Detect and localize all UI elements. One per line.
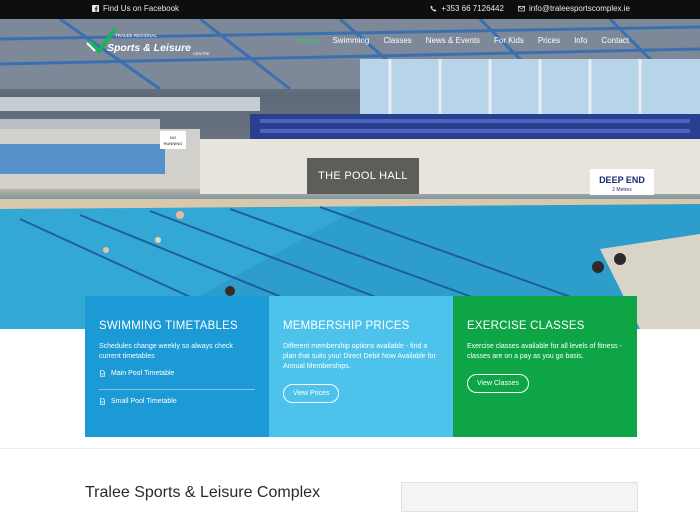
phone-link[interactable]: +353 66 7126442	[430, 4, 504, 13]
facebook-icon	[92, 5, 99, 12]
phone-icon	[430, 5, 437, 12]
email-link[interactable]: info@traleesportscomplex.ie	[517, 4, 630, 13]
sidebar-widget	[401, 482, 638, 512]
exercise-classes-title: EXERCISE CLASSES	[467, 320, 585, 332]
membership-prices-title: MEMBERSHIP PRICES	[283, 320, 410, 332]
contact-info: +353 66 7126442 info@traleesportscomplex…	[430, 4, 630, 13]
logo-line1: TRALEE REGIONAL	[115, 33, 158, 38]
nav-item-classes[interactable]: Classes	[376, 36, 418, 45]
email-address[interactable]: info@traleesportscomplex.ie	[529, 4, 630, 13]
view-prices-button[interactable]: View Prices	[283, 384, 340, 403]
membership-prices-box: MEMBERSHIP PRICES Different membership o…	[269, 296, 453, 437]
membership-prices-text: Different membership options available -…	[283, 343, 436, 370]
mail-icon	[517, 6, 525, 12]
phone-number[interactable]: +353 66 7126442	[441, 4, 504, 13]
main-pool-timetable-label[interactable]: Main Pool Timetable	[111, 370, 174, 377]
top-bar: Find Us on Facebook +353 66 7126442 info…	[0, 0, 700, 19]
hero-banner: NO RUNNING DEEP END 2 Metres TRALEE REGI…	[0, 19, 700, 329]
deep-end-sign: DEEP END	[599, 175, 645, 185]
section-divider	[0, 448, 700, 449]
exercise-classes-box: EXERCISE CLASSES Exercise classes availa…	[453, 296, 637, 437]
hero-caption: THE POOL HALL	[307, 158, 419, 194]
main-pool-timetable-link[interactable]: Main Pool Timetable	[99, 370, 255, 377]
nav-item-for-kids[interactable]: For Kids	[487, 36, 531, 45]
nav-menu: Home Swimming Classes News & Events For …	[290, 36, 636, 45]
view-classes-button[interactable]: View Classes	[467, 374, 529, 393]
box-divider	[99, 389, 255, 390]
small-pool-timetable-link[interactable]: Small Pool Timetable	[99, 398, 255, 405]
depth-sign: 2 Metres	[612, 187, 632, 193]
facebook-link[interactable]: Find Us on Facebook	[92, 4, 179, 13]
nav-item-news-events[interactable]: News & Events	[419, 36, 487, 45]
nav-item-info[interactable]: Info	[567, 36, 594, 45]
main-nav: TRALEE REGIONAL Sports & Leisure CENTRE …	[0, 19, 700, 63]
small-pool-timetable-label[interactable]: Small Pool Timetable	[111, 398, 177, 405]
nav-item-swimming[interactable]: Swimming	[325, 36, 376, 45]
document-icon	[100, 398, 105, 405]
facebook-link-label[interactable]: Find Us on Facebook	[103, 4, 179, 13]
swimming-timetables-title: SWIMMING TIMETABLES	[99, 320, 238, 332]
no-running-sign-text: RUNNING	[164, 141, 183, 146]
logo-line2: Sports & Leisure	[107, 42, 191, 54]
swimming-timetables-box: SWIMMING TIMETABLES Schedules change wee…	[85, 296, 269, 437]
nav-item-contact[interactable]: Contact	[594, 36, 636, 45]
nav-item-home[interactable]: Home	[290, 36, 325, 45]
logo-graphic: TRALEE REGIONAL Sports & Leisure CENTRE	[86, 27, 210, 56]
logo-line3: CENTRE	[193, 51, 210, 56]
exercise-classes-text: Exercise classes available for all level…	[467, 343, 622, 360]
swimming-timetables-text: Schedules change weekly so always check …	[99, 343, 233, 360]
main-heading: Tralee Sports & Leisure Complex	[85, 484, 321, 501]
document-icon	[100, 370, 105, 377]
site-logo[interactable]: TRALEE REGIONAL Sports & Leisure CENTRE	[85, 25, 215, 61]
nav-item-prices[interactable]: Prices	[531, 36, 567, 45]
no-running-sign: NO	[170, 135, 176, 140]
